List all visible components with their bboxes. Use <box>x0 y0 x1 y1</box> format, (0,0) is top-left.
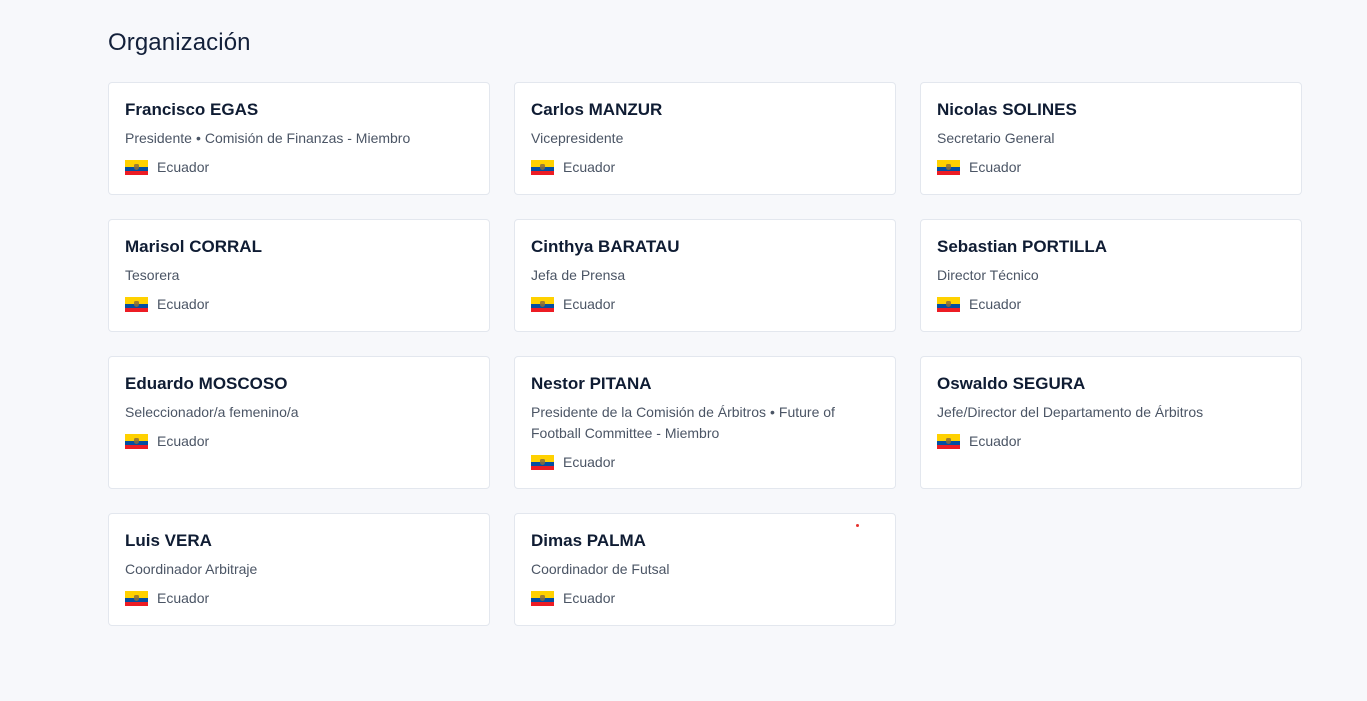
member-card[interactable]: Marisol CORRAL Tesorera Ecuador <box>108 219 490 332</box>
member-role: Jefe/Director del Departamento de Árbitr… <box>937 402 1285 423</box>
member-name: Francisco EGAS <box>125 100 259 119</box>
member-country: Ecuador <box>531 452 879 472</box>
member-card[interactable]: Carlos MANZUR Vicepresidente Ecuador <box>514 82 896 195</box>
member-role-item: Coordinador Arbitraje <box>125 561 258 577</box>
member-card[interactable]: Luis VERA Coordinador Arbitraje Ecuador <box>108 513 490 626</box>
member-role: Jefa de Prensa <box>531 265 879 286</box>
member-role: Vicepresidente <box>531 128 879 149</box>
ecuador-flag-icon <box>531 454 554 470</box>
members-grid: Francisco EGAS Presidente • Comisión de Fi… <box>108 82 1302 626</box>
member-country-label: Ecuador <box>563 590 616 606</box>
cursor-dot <box>856 524 859 527</box>
member-country-label: Ecuador <box>969 296 1022 312</box>
member-role: Tesorera <box>125 265 473 286</box>
member-name: Marisol CORRAL <box>125 237 262 256</box>
member-country-label: Ecuador <box>157 590 210 606</box>
member-name: Nestor PITANA <box>531 374 652 393</box>
member-role-item: Comisión de Finanzas - Miembro <box>204 130 411 146</box>
role-separator: • <box>195 130 201 146</box>
member-role-item: Jefe/Director del Departamento de Árbitr… <box>937 404 1204 420</box>
member-role-item: Presidente <box>125 130 192 146</box>
ecuador-flag-icon <box>125 433 148 449</box>
ecuador-flag-icon <box>937 296 960 312</box>
member-country-label: Ecuador <box>563 454 616 470</box>
member-card[interactable]: Nicolas SOLINES Secretario General Ecuad… <box>920 82 1302 195</box>
member-country-label: Ecuador <box>563 159 616 175</box>
member-role: Director Técnico <box>937 265 1285 286</box>
ecuador-flag-icon <box>937 433 960 449</box>
member-role-item: Jefa de Prensa <box>531 267 626 283</box>
member-name: Eduardo MOSCOSO <box>125 374 288 393</box>
member-name: Cinthya BARATAU <box>531 237 680 256</box>
member-role-item: Seleccionador/a femenino/a <box>125 404 299 420</box>
member-name: Luis VERA <box>125 531 212 550</box>
member-name: Dimas PALMA <box>531 531 646 550</box>
member-country: Ecuador <box>125 294 473 314</box>
member-name: Oswaldo SEGURA <box>937 374 1086 393</box>
ecuador-flag-icon <box>937 159 960 175</box>
member-country-label: Ecuador <box>157 296 210 312</box>
member-card[interactable]: Oswaldo SEGURA Jefe/Director del Departa… <box>920 356 1302 489</box>
ecuador-flag-icon <box>531 590 554 606</box>
section-title: Organización <box>108 29 251 56</box>
member-role: Presidente • Comisión de Finanzas - Miembr… <box>125 128 473 149</box>
member-name: Sebastian PORTILLA <box>937 237 1108 256</box>
member-card[interactable]: Francisco EGAS Presidente • Comisión de Fi… <box>108 82 490 195</box>
member-role-item: Presidente de la Comisión de Árbitros <box>531 404 767 420</box>
member-role-item: Secretario General <box>937 130 1055 146</box>
member-country: Ecuador <box>531 157 879 177</box>
member-role-item: Vicepresidente <box>531 130 624 146</box>
member-country: Ecuador <box>937 431 1285 451</box>
ecuador-flag-icon <box>531 159 554 175</box>
member-country: Ecuador <box>125 588 473 608</box>
member-country-label: Ecuador <box>157 159 210 175</box>
role-separator: • <box>770 404 775 420</box>
member-country: Ecuador <box>531 294 879 314</box>
member-card[interactable]: Nestor PITANA Presidente de la Comisión … <box>514 356 896 489</box>
member-country: Ecuador <box>125 431 473 451</box>
member-country-label: Ecuador <box>969 159 1022 175</box>
member-role-item: Director Técnico <box>937 267 1039 283</box>
organization-page: Organización Francisco EGAS Presidente • C… <box>0 0 1367 701</box>
member-role: Coordinador de Futsal <box>531 559 879 580</box>
member-country: Ecuador <box>125 157 473 177</box>
ecuador-flag-icon <box>125 590 148 606</box>
member-country-label: Ecuador <box>969 433 1022 449</box>
member-role-item: Tesorera <box>125 267 180 283</box>
ecuador-flag-icon <box>125 159 148 175</box>
member-country: Ecuador <box>937 294 1285 314</box>
member-country: Ecuador <box>531 588 879 608</box>
member-role: Presidente de la Comisión de Árbitros • Fu… <box>531 402 879 444</box>
ecuador-flag-icon <box>531 296 554 312</box>
member-name: Carlos MANZUR <box>531 100 663 119</box>
member-card[interactable]: Cinthya BARATAU Jefa de Prensa Ecuador <box>514 219 896 332</box>
member-role: Seleccionador/a femenino/a <box>125 402 473 423</box>
member-card[interactable]: Sebastian PORTILLA Director Técnico Ecua… <box>920 219 1302 332</box>
member-role-item: Coordinador de Futsal <box>531 561 670 577</box>
member-name: Nicolas SOLINES <box>937 100 1077 119</box>
ecuador-flag-icon <box>125 296 148 312</box>
member-country-label: Ecuador <box>563 296 616 312</box>
member-card[interactable]: Eduardo MOSCOSO Seleccionador/a femenino… <box>108 356 490 489</box>
member-role: Coordinador Arbitraje <box>125 559 473 580</box>
member-country: Ecuador <box>937 157 1285 177</box>
member-role: Secretario General <box>937 128 1285 149</box>
member-card[interactable]: Dimas PALMA Coordinador de Futsal Ecuado… <box>514 513 896 626</box>
member-country-label: Ecuador <box>157 433 210 449</box>
